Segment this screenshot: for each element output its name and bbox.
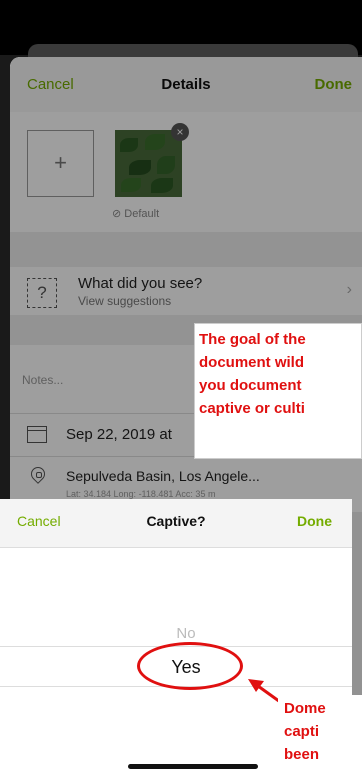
callout-line: Dome [284,700,326,717]
callout-line: The goal of the [199,331,306,348]
picker-toolbar: Cancel Captive? Done [0,499,352,548]
picker-option-no[interactable]: No [0,625,362,642]
annotation-callout-top: The goal of the document wild you docume… [194,323,362,459]
picker-done-button[interactable]: Done [297,513,332,529]
annotation-highlight-ellipse [137,642,243,690]
annotation-callout-bottom: Dome capti been [278,695,362,775]
callout-line: been [284,746,320,763]
device-screen: Cancel Details Done + × ⊘ Default ? What… [0,0,362,775]
home-indicator[interactable] [128,764,258,769]
callout-line: captive or culti [199,400,305,417]
callout-line: capti [284,723,320,740]
callout-line: you document [199,377,302,394]
callout-line: document wild [199,354,304,371]
